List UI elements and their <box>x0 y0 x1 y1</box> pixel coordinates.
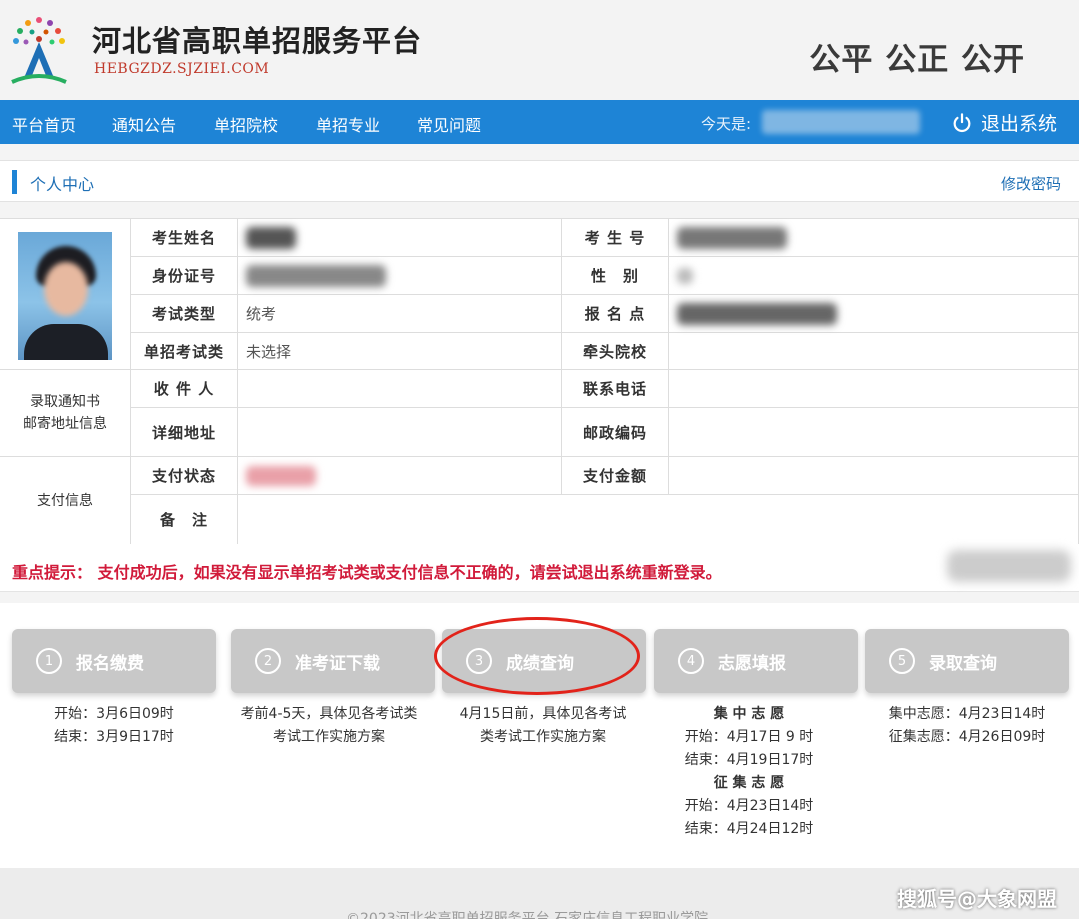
nav-notices[interactable]: 通知公告 <box>112 112 176 136</box>
logout-button[interactable]: 退出系统 <box>951 109 1057 136</box>
student-info-table: 录取通知书 邮寄地址信息 支付信息 考生姓名 考 生 号 身份证号 性 别 考试… <box>0 218 1079 545</box>
step-1-description: 开始：3月6日09时 结束：3月9日17时 <box>54 706 174 745</box>
mail-section-label: 录取通知书 邮寄地址信息 <box>0 370 131 457</box>
source-watermark: 搜狐号@大象网盟 <box>897 887 1057 911</box>
step-admission-query-button[interactable]: 5 录取查询 <box>865 629 1069 693</box>
pay-status-label: 支付状态 <box>131 457 238 495</box>
lead-school-value <box>669 333 1079 370</box>
id-value <box>238 257 562 295</box>
step-number: 4 <box>678 648 704 674</box>
today-date-redacted <box>762 110 920 134</box>
exam-no-label: 考 生 号 <box>562 219 669 257</box>
student-photo <box>18 232 112 360</box>
nav-colleges[interactable]: 单招院校 <box>214 112 278 136</box>
step-2-description: 考前4-5天，具体见各考试类 考试工作实施方案 <box>240 706 418 745</box>
nav-majors[interactable]: 单招专业 <box>316 112 380 136</box>
step-number: 1 <box>36 648 62 674</box>
lead-school-label: 牵头院校 <box>562 333 669 370</box>
gender-label: 性 别 <box>562 257 669 295</box>
remark-value <box>238 495 1079 545</box>
redacted-area <box>947 550 1071 582</box>
step-5-description: 集中志愿：4月23日14时 征集志愿：4月26日09时 <box>888 706 1046 745</box>
pay-amount-value <box>669 457 1079 495</box>
reg-point-value <box>669 295 1079 333</box>
site-slogan: 公平 公正 公开 <box>809 42 1025 78</box>
step-3-description: 4月15日前，具体见各考试 类考试工作实施方案 <box>459 706 627 745</box>
postcode-label: 邮政编码 <box>562 408 669 457</box>
exam-no-value <box>669 219 1079 257</box>
step-number: 2 <box>255 648 281 674</box>
id-label: 身份证号 <box>131 257 238 295</box>
gender-value <box>669 257 1079 295</box>
step-number: 5 <box>889 648 915 674</box>
score-query-highlight-circle <box>434 617 640 695</box>
logout-label: 退出系统 <box>980 113 1057 135</box>
step-registration-fee-button[interactable]: 1 报名缴费 <box>12 629 216 693</box>
phone-value <box>669 370 1079 408</box>
change-password-link[interactable]: 修改密码 <box>1001 173 1061 194</box>
phone-label: 联系电话 <box>562 370 669 408</box>
recipient-value <box>238 370 562 408</box>
recipient-label: 收 件 人 <box>131 370 238 408</box>
postcode-value <box>669 408 1079 457</box>
today-label: 今天是: <box>701 115 752 133</box>
step-4-description: 集 中 志 愿 开始：4月17日 9 时 结束：4月19日17时 征 集 志 愿… <box>684 706 814 837</box>
site-url: HEBGZDZ.SJZIEI.COM <box>94 61 270 77</box>
important-notice: 重点提示： 支付成功后，如果没有显示单招考试类或支付信息不正确的，请尝试退出系统… <box>0 544 1079 592</box>
site-title: 河北省高职单招服务平台 <box>92 24 423 58</box>
personal-center-title: 个人中心 <box>30 175 95 194</box>
platform-logo <box>11 17 67 84</box>
name-label: 考生姓名 <box>131 219 238 257</box>
category-label: 单招考试类 <box>131 333 238 370</box>
nav-faq[interactable]: 常见问题 <box>417 112 481 136</box>
step-application-button[interactable]: 4 志愿填报 <box>654 629 858 693</box>
step-label: 录取查询 <box>929 653 997 674</box>
notice-text: 重点提示： 支付成功后，如果没有显示单招考试类或支付信息不正确的，请尝试退出系统… <box>12 563 722 582</box>
main-nav: 平台首页 通知公告 单招院校 单招专业 常见问题 今天是: 退出系统 <box>0 100 1079 144</box>
exam-type-label: 考试类型 <box>131 295 238 333</box>
step-admission-ticket-button[interactable]: 2 准考证下载 <box>231 629 435 693</box>
footer-copyright: ©2023河北省高职单招服务平台 石家庄信息工程职业学院 <box>346 911 709 919</box>
step-label: 报名缴费 <box>76 653 144 674</box>
address-label: 详细地址 <box>131 408 238 457</box>
address-value <box>238 408 562 457</box>
step-label: 志愿填报 <box>718 653 786 674</box>
exam-type-value: 统考 <box>238 295 562 333</box>
category-value: 未选择 <box>238 333 562 370</box>
step-label: 准考证下载 <box>295 653 380 674</box>
pay-amount-label: 支付金额 <box>562 457 669 495</box>
name-value <box>238 219 562 257</box>
remark-label: 备 注 <box>131 495 238 545</box>
payment-section-label: 支付信息 <box>0 457 131 545</box>
power-icon <box>953 112 971 132</box>
nav-home[interactable]: 平台首页 <box>12 112 76 136</box>
personal-center-bar: 个人中心 修改密码 <box>0 160 1079 202</box>
section-marker <box>12 170 17 194</box>
pay-status-value <box>238 457 562 495</box>
site-header: 河北省高职单招服务平台 HEBGZDZ.SJZIEI.COM 公平 公正 公开 <box>0 0 1079 100</box>
reg-point-label: 报 名 点 <box>562 295 669 333</box>
